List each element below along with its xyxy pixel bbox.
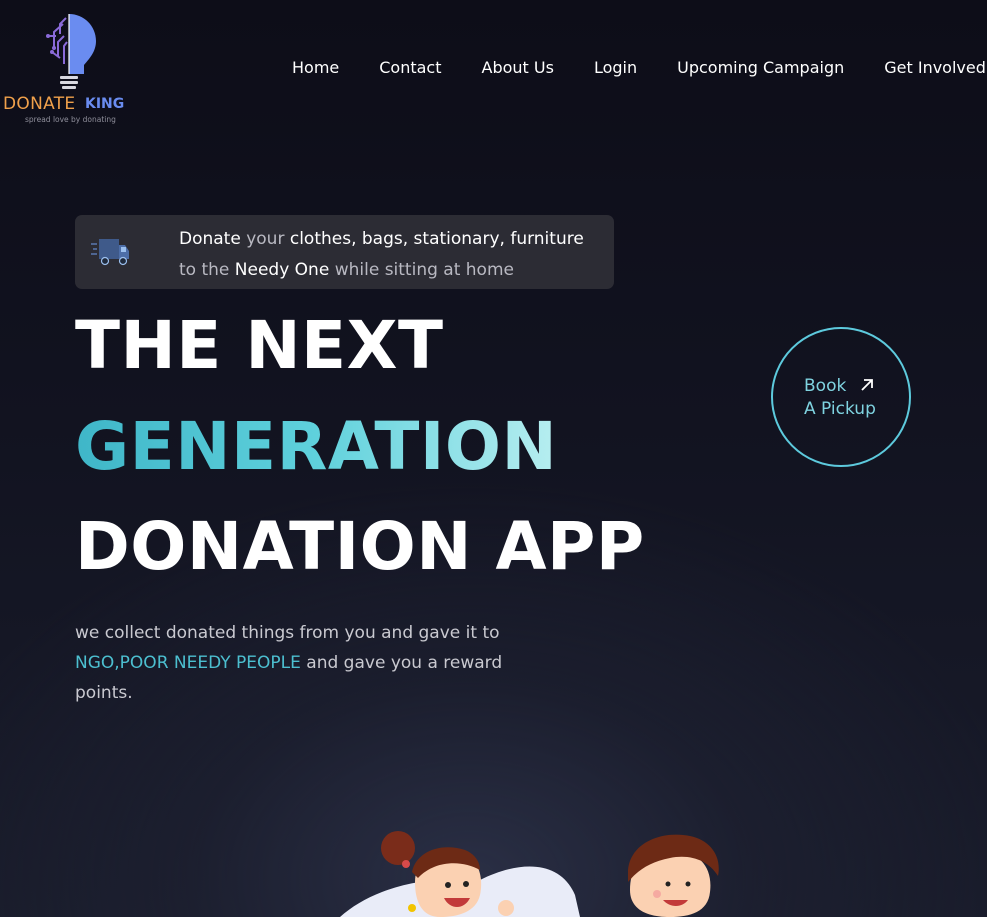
delivery-truck-icon (91, 239, 129, 266)
nav-get-involved[interactable]: Get Involved (884, 58, 986, 77)
book-pickup-button[interactable]: Book A Pickup (771, 327, 911, 467)
description-accent: NGO,POOR NEEDY PEOPLE (75, 653, 301, 673)
pickup-label-line-1: Book (804, 376, 847, 396)
banner-text-to-the: to the (179, 260, 235, 280)
lightbulb-circuit-icon (46, 14, 96, 89)
nav-contact[interactable]: Contact (379, 58, 441, 77)
info-banner: Donate your clothes, bags, stationary, f… (75, 215, 614, 289)
main-nav: Home Contact About Us Login Upcoming Cam… (292, 58, 987, 77)
banner-line-1: Donate your clothes, bags, stationary, f… (179, 224, 584, 255)
hero-description: we collect donated things from you and g… (75, 618, 535, 708)
hero-title-line-2: GENERATION (75, 408, 558, 485)
logo-word-donate: DONATE (3, 94, 76, 114)
banner-text: Donate your clothes, bags, stationary, f… (179, 224, 584, 286)
cartoon-kids-illustration (340, 831, 719, 917)
nav-upcoming-campaign[interactable]: Upcoming Campaign (677, 58, 844, 77)
nav-about-us[interactable]: About Us (482, 58, 554, 77)
banner-text-donate: Donate (179, 229, 241, 249)
arrow-up-right-icon (861, 379, 873, 391)
nav-home[interactable]: Home (292, 58, 339, 77)
nav-login[interactable]: Login (594, 58, 637, 77)
banner-text-your: your (240, 229, 290, 249)
pickup-label-line-2: A Pickup (804, 399, 876, 419)
description-before: we collect donated things from you and g… (75, 623, 500, 643)
hero-title-line-3: DONATION APP (75, 508, 645, 585)
banner-text-needy-one: Needy One (234, 260, 330, 280)
banner-line-2: to the Needy One while sitting at home (179, 255, 584, 286)
logo-word-king: KING (85, 96, 125, 112)
banner-text-items: clothes, bags, stationary, furniture (289, 229, 584, 249)
logo[interactable]: DONATE KING spread love by donating (0, 10, 130, 128)
hero-title-line-1: THE NEXT (75, 307, 444, 384)
banner-text-at-home: while sitting at home (329, 260, 514, 280)
logo-tagline: spread love by donating (25, 115, 116, 124)
